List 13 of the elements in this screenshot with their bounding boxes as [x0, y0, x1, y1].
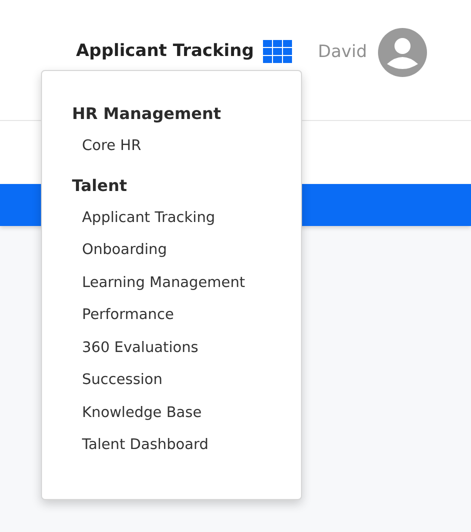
menu-item[interactable]: Knowledge Base: [82, 396, 281, 429]
menu-item[interactable]: Applicant Tracking: [82, 202, 281, 234]
menu-item[interactable]: Learning Management: [82, 266, 281, 299]
menu-item[interactable]: Succession: [82, 364, 281, 396]
menu-group-heading: Talent: [72, 174, 128, 196]
app-title[interactable]: Applicant Tracking: [76, 41, 254, 61]
menu-item[interactable]: Performance: [82, 299, 281, 332]
menu-item[interactable]: Talent Dashboard: [82, 429, 281, 462]
menu-item[interactable]: 360 Evaluations: [82, 332, 281, 364]
menu-item[interactable]: Onboarding: [82, 234, 281, 266]
avatar-icon[interactable]: [378, 28, 428, 77]
menu-group-heading: HR Management: [72, 103, 222, 125]
app-grid-icon[interactable]: [262, 40, 292, 63]
